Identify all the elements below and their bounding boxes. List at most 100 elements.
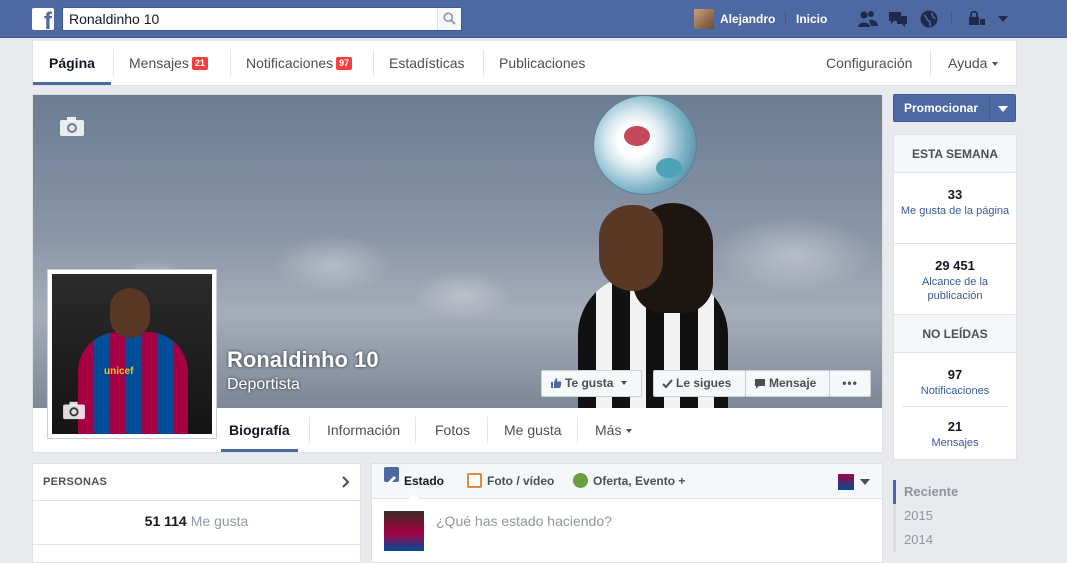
nav-tab-messages[interactable]: Mensajes 21: [113, 41, 224, 85]
post-as-selector[interactable]: [838, 474, 870, 490]
following-button[interactable]: Le sigues: [653, 370, 746, 397]
nav-tab-insights[interactable]: Estadísticas: [373, 41, 480, 85]
message-button-label: Mensaje: [769, 376, 817, 390]
jersey-sponsor-text: unicef: [104, 366, 134, 377]
nav-tab-label: Publicaciones: [499, 55, 586, 71]
messages-count-badge: 21: [191, 57, 208, 70]
message-bubble-icon: [755, 379, 765, 389]
composer-tab-offer[interactable]: Oferta, Evento +: [573, 464, 685, 499]
search-input[interactable]: [63, 8, 433, 30]
chevron-down-icon: [621, 381, 628, 385]
unread-notifications-label[interactable]: Notificaciones: [902, 384, 1008, 398]
search-icon: [443, 12, 456, 25]
profile-picture[interactable]: unicef: [47, 269, 217, 439]
page-likes-label[interactable]: Me gusta de la página: [894, 204, 1016, 218]
tab-more-label: Más: [595, 422, 622, 438]
people-likes-row: 51 114 Me gusta: [33, 501, 360, 529]
nav-tab-label: Mensajes: [129, 55, 189, 71]
nav-settings-link[interactable]: Configuración: [810, 41, 928, 85]
account-menu-chevron-icon[interactable]: [998, 16, 1008, 22]
search-button[interactable]: [437, 8, 461, 30]
timeline-nav: Reciente 2015 2014: [893, 480, 1017, 552]
nav-tab-publications[interactable]: Publicaciones: [483, 41, 601, 85]
divider: [487, 417, 488, 443]
composer-tab-label: Estado: [404, 474, 445, 488]
change-cover-camera-icon[interactable]: [59, 115, 85, 140]
people-likes-count: 51 114: [144, 513, 187, 529]
photo-icon: [467, 473, 482, 488]
composer-tab-status[interactable]: Estado: [384, 464, 445, 500]
profile-jersey: [78, 332, 188, 434]
post-composer: Estado Foto / vídeo Oferta, Evento + ¿Qu…: [371, 463, 883, 563]
tab-likes[interactable]: Me gusta: [496, 408, 570, 452]
chevron-right-icon: [342, 476, 350, 488]
privacy-lock-icon[interactable]: [968, 10, 986, 29]
chevron-down-icon: [992, 62, 999, 66]
promote-dropdown[interactable]: [989, 95, 1015, 121]
cover-player-face: [599, 205, 663, 291]
following-button-label: Le sigues: [676, 376, 732, 390]
facebook-logo-icon[interactable]: f: [32, 8, 54, 30]
composer-tabs: Estado Foto / vídeo Oferta, Evento +: [372, 464, 882, 500]
tab-about[interactable]: Información: [319, 408, 408, 452]
divider: [33, 544, 360, 545]
search-box: [62, 7, 462, 31]
composer-tab-photo[interactable]: Foto / vídeo: [467, 464, 554, 499]
people-header[interactable]: PERSONAS: [33, 464, 360, 501]
unread-messages-stat[interactable]: 21 Mensajes: [894, 407, 1016, 459]
cover-section: Ronaldinho 10 Deportista Te gusta Le sig…: [32, 94, 883, 453]
friend-requests-icon[interactable]: [857, 9, 878, 29]
chevron-down-icon: [998, 106, 1008, 112]
unread-heading: NO LEÍDAS: [894, 315, 1016, 353]
promote-button[interactable]: Promocionar: [893, 94, 1016, 122]
page-admin-nav: Página Mensajes 21 Notificaciones 97 Estad…: [32, 41, 1017, 86]
page-category[interactable]: Deportista: [227, 376, 300, 394]
messages-icon[interactable]: [887, 9, 907, 29]
timeline-item-recent[interactable]: Reciente: [893, 480, 1017, 504]
notifications-count-badge: 97: [336, 57, 353, 70]
like-button-label: Te gusta: [565, 376, 614, 390]
tab-timeline[interactable]: Biografía: [221, 408, 298, 452]
chevron-down-icon: [626, 429, 633, 433]
offer-icon: [573, 473, 588, 488]
tab-more[interactable]: Más: [587, 408, 640, 452]
composer-tab-label: Oferta, Evento +: [593, 474, 686, 488]
more-options-button[interactable]: •••: [829, 370, 871, 397]
nav-tab-label: Estadísticas: [389, 55, 465, 71]
nav-tab-page[interactable]: Página: [33, 41, 111, 85]
message-button[interactable]: Mensaje: [745, 370, 830, 397]
nav-tab-label: Página: [49, 55, 95, 71]
timeline-item-2015[interactable]: 2015: [893, 504, 1017, 528]
user-name: Alejandro: [720, 12, 776, 26]
nav-tab-notifications[interactable]: Notificaciones 97: [230, 41, 368, 85]
profile-picture-image: unicef: [52, 274, 212, 434]
nav-help-menu[interactable]: Ayuda: [932, 41, 1014, 85]
nav-tab-label: Notificaciones: [246, 55, 334, 71]
page-name[interactable]: Ronaldinho 10: [227, 347, 379, 373]
cover-soccer-ball: [593, 95, 697, 195]
divider: [930, 50, 931, 76]
like-button[interactable]: Te gusta: [541, 370, 642, 397]
change-profile-camera-icon[interactable]: [62, 400, 86, 423]
unread-messages-label[interactable]: Mensajes: [894, 436, 1016, 450]
post-reach-label[interactable]: Alcance de la publicación: [894, 275, 1016, 303]
composer-input-placeholder[interactable]: ¿Qué has estado haciendo?: [436, 513, 612, 529]
people-likes-label: Me gusta: [190, 513, 249, 529]
divider: [415, 417, 416, 443]
page-likes-stat[interactable]: 33 Me gusta de la página: [894, 173, 1016, 244]
divider: [951, 11, 952, 25]
notifications-globe-icon[interactable]: [919, 9, 939, 29]
unread-notifications-value: 97: [947, 367, 963, 382]
composer-tab-label: Foto / vídeo: [487, 474, 555, 488]
unread-notifications-stat[interactable]: 97 Notificaciones: [902, 353, 1008, 407]
pencil-icon: [384, 467, 399, 484]
composer-body[interactable]: ¿Qué has estado haciendo?: [372, 499, 882, 559]
page-likes-value: 33: [947, 187, 963, 202]
post-reach-stat[interactable]: 29 451 Alcance de la publicación: [894, 244, 1016, 315]
checkmark-icon: [662, 379, 673, 389]
unread-messages-value: 21: [947, 419, 963, 434]
home-link[interactable]: Inicio: [796, 12, 827, 26]
user-profile-link[interactable]: Alejandro: [694, 9, 775, 29]
tab-photos[interactable]: Fotos: [427, 408, 478, 452]
timeline-item-2014[interactable]: 2014: [893, 528, 1017, 552]
